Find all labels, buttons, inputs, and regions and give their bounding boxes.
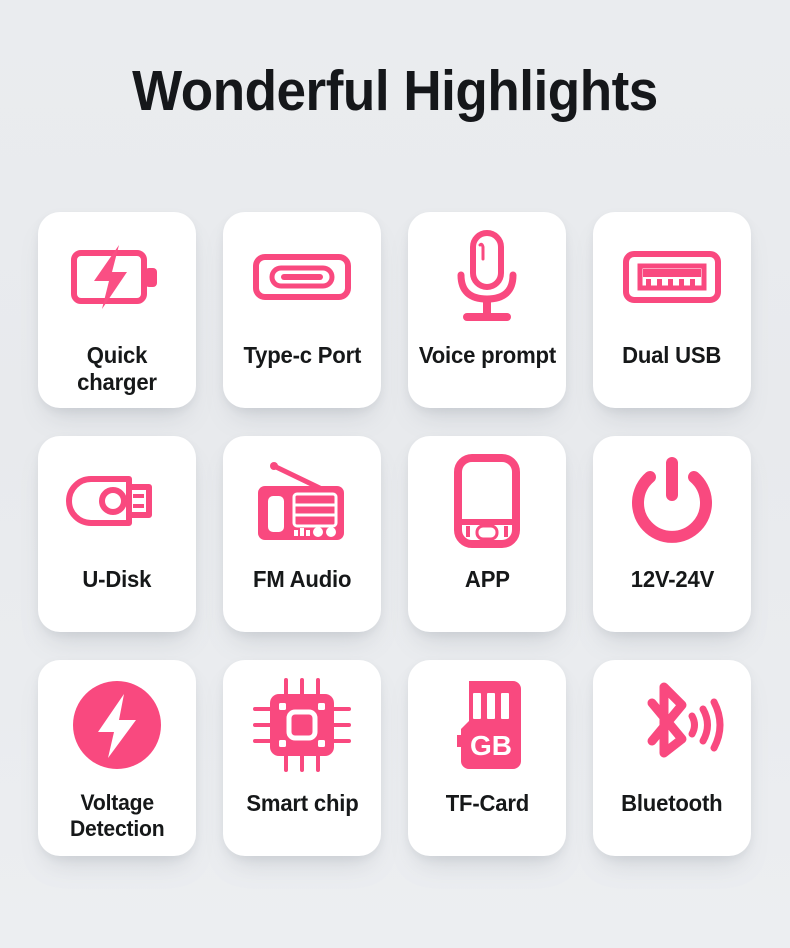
usb-flash-drive-icon xyxy=(38,436,196,566)
feature-card-fm-audio[interactable]: FM Audio xyxy=(223,436,381,698)
feature-label: Bluetooth xyxy=(621,790,723,816)
feature-label: Dual USB xyxy=(622,342,722,368)
bolt-circle-icon xyxy=(38,660,196,790)
feature-card-u-disk[interactable]: U-Disk xyxy=(38,436,196,698)
power-button-icon xyxy=(593,436,751,566)
feature-label: Voltage Detection xyxy=(69,790,165,841)
feature-label: TF-Card xyxy=(445,790,529,816)
smartphone-icon xyxy=(408,436,566,566)
feature-card-smart-chip[interactable]: Smart chip xyxy=(223,660,381,922)
bluetooth-signal-icon xyxy=(593,660,751,790)
feature-label: FM Audio xyxy=(252,566,352,592)
feature-label: U-Disk xyxy=(82,566,152,592)
feature-grid: Quick charger Type-c Port Voice prompt D… xyxy=(38,212,754,922)
memory-card-gb-text: GB xyxy=(470,730,512,761)
feature-card-12v-24v[interactable]: 12V-24V xyxy=(593,436,751,698)
feature-label: Quick charger xyxy=(77,342,157,396)
memory-card-gb-icon: GB xyxy=(408,660,566,790)
battery-bolt-icon xyxy=(38,212,196,342)
radio-icon xyxy=(223,436,381,566)
feature-label: Smart chip xyxy=(245,790,359,816)
title-section: Wonderful Highlights xyxy=(0,0,790,122)
feature-card-bluetooth[interactable]: Bluetooth xyxy=(593,660,751,922)
feature-label: Type-c Port xyxy=(243,342,361,368)
feature-card-dual-usb[interactable]: Dual USB xyxy=(593,212,751,474)
feature-card-type-c-port[interactable]: Type-c Port xyxy=(223,212,381,474)
feature-card-voltage-detection[interactable]: Voltage Detection xyxy=(38,660,196,922)
microphone-icon xyxy=(408,212,566,342)
feature-label: 12V-24V xyxy=(630,566,714,592)
feature-card-quick-charger[interactable]: Quick charger xyxy=(38,212,196,474)
page-title: Wonderful Highlights xyxy=(132,59,658,123)
feature-card-app[interactable]: APP xyxy=(408,436,566,698)
feature-card-voice-prompt[interactable]: Voice prompt xyxy=(408,212,566,474)
usb-c-port-icon xyxy=(223,212,381,342)
feature-label: Voice prompt xyxy=(418,342,556,368)
feature-card-tf-card[interactable]: GB TF-Card xyxy=(408,660,566,922)
cpu-chip-icon xyxy=(223,660,381,790)
highlights-page: Wonderful Highlights Quick charger Type-… xyxy=(0,0,790,948)
usb-a-port-icon xyxy=(593,212,751,342)
feature-label: APP xyxy=(464,566,510,592)
